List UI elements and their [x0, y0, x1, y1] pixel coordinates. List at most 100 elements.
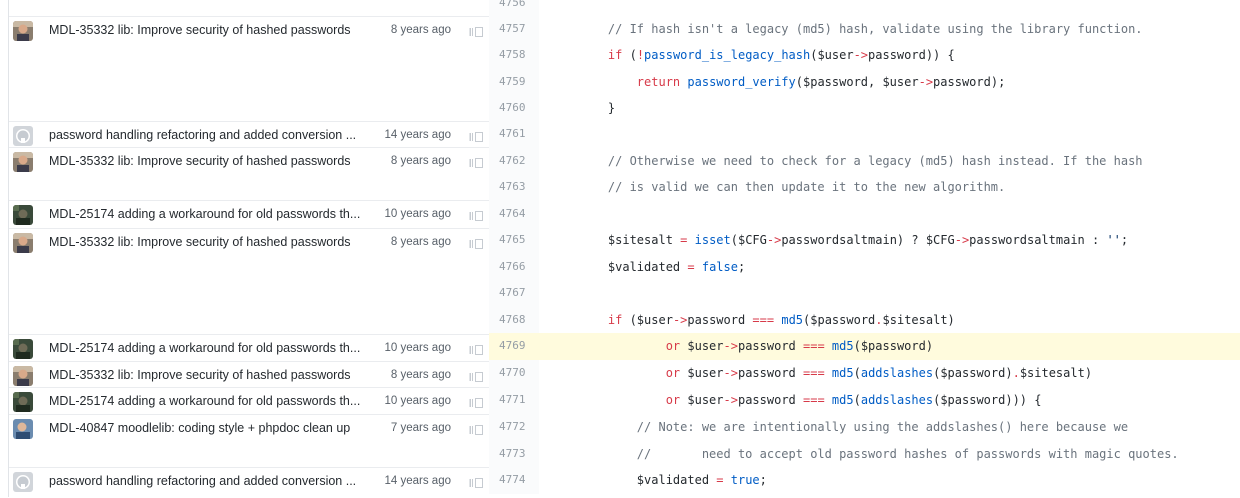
line-number[interactable]: 4768: [489, 306, 539, 333]
commit-age: 8 years ago: [390, 369, 451, 381]
code-token: passwordsaltmain) ? $CFG: [781, 233, 955, 247]
code-token: return: [636, 74, 681, 89]
code-text: return password_verify($password, $user-…: [579, 69, 1006, 96]
code-line: 4761: [489, 121, 1240, 148]
commit-message-link[interactable]: MDL-25174 adding a workaround for old pa…: [49, 341, 379, 355]
author-avatar[interactable]: [13, 472, 33, 492]
line-number[interactable]: 4761: [489, 121, 539, 148]
reblame-icon[interactable]: [469, 156, 483, 168]
reblame-icon[interactable]: [469, 370, 483, 382]
author-avatar[interactable]: [13, 126, 33, 146]
code-token: or: [665, 393, 681, 407]
code-text: if ($user->password === md5($password.$s…: [579, 307, 955, 334]
line-number[interactable]: 4774: [489, 467, 539, 494]
blame-hunk: MDL-25174 adding a workaround for old pa…: [9, 334, 489, 362]
line-number[interactable]: 4765: [489, 227, 539, 254]
code-token: // If hash isn't a legacy (md5) hash, va…: [579, 22, 1143, 36]
commit-message-link[interactable]: MDL-35332 lib: Improve security of hashe…: [49, 235, 379, 249]
blame-hunk: MDL-35332 lib: Improve security of hashe…: [9, 16, 489, 122]
code-text: or $user->password === md5(addslashes($p…: [579, 360, 1092, 387]
commit-message-link[interactable]: password handling refactoring and added …: [49, 474, 379, 488]
commit-message-link[interactable]: MDL-40847 moodlelib: coding style + phpd…: [49, 421, 379, 435]
code-line: 4762 // Otherwise we need to check for a…: [489, 147, 1240, 175]
code-text: // Otherwise we need to check for a lega…: [579, 148, 1143, 175]
commit-message-link[interactable]: MDL-35332 lib: Improve security of hashe…: [49, 368, 379, 382]
blame-view: MDL-35332 lib: Improve security of hashe…: [0, 0, 1240, 498]
line-number[interactable]: 4758: [489, 42, 539, 69]
line-number[interactable]: 4771: [489, 387, 539, 414]
line-number[interactable]: 4767: [489, 280, 539, 307]
code-line: 4768 if ($user->password === md5($passwo…: [489, 306, 1240, 334]
blame-hunk: password handling refactoring and added …: [9, 467, 489, 498]
author-avatar[interactable]: [13, 419, 33, 439]
author-avatar[interactable]: [13, 366, 33, 386]
blame-hunk: MDL-35332 lib: Improve security of hashe…: [9, 228, 489, 335]
reblame-icon[interactable]: [469, 396, 483, 408]
reblame-icon[interactable]: [469, 130, 483, 142]
line-number[interactable]: 4763: [489, 174, 539, 201]
code-token: md5: [831, 393, 854, 407]
code-token: ->: [853, 48, 869, 62]
code-token: or: [665, 339, 681, 353]
commit-message-link[interactable]: MDL-35332 lib: Improve security of hashe…: [49, 154, 379, 168]
code-line: 4771 or $user->password === md5(addslash…: [489, 387, 1240, 414]
code-text: }: [579, 95, 615, 122]
code-token: ($CFG: [730, 233, 767, 247]
reblame-icon[interactable]: [469, 209, 483, 221]
code-token: ===: [752, 312, 775, 327]
commit-message-link[interactable]: MDL-35332 lib: Improve security of hashe…: [49, 23, 379, 37]
blame-hunk: MDL-40847 moodlelib: coding style + phpd…: [9, 414, 489, 468]
code-text: // need to accept old password hashes of…: [579, 441, 1179, 468]
author-avatar[interactable]: [13, 233, 33, 253]
line-number[interactable]: 4772: [489, 414, 539, 441]
line-number[interactable]: 4756: [489, 0, 539, 17]
code-token: false: [701, 259, 738, 274]
line-number[interactable]: 4757: [489, 16, 539, 43]
commit-message-link[interactable]: MDL-25174 adding a workaround for old pa…: [49, 207, 379, 221]
line-number[interactable]: 4769: [489, 333, 539, 360]
code-token: =: [716, 473, 724, 487]
line-number[interactable]: 4773: [489, 440, 539, 467]
line-number[interactable]: 4760: [489, 94, 539, 121]
code-token: ($password): [853, 339, 934, 353]
author-avatar[interactable]: [13, 205, 33, 225]
line-number[interactable]: 4764: [489, 200, 539, 227]
author-avatar[interactable]: [13, 21, 33, 41]
code-token: $sitesalt): [882, 312, 955, 327]
line-number[interactable]: 4766: [489, 253, 539, 280]
blame-hunk: MDL-25174 adding a workaround for old pa…: [9, 200, 489, 229]
code-token: isset: [694, 233, 731, 247]
reblame-icon[interactable]: [469, 343, 483, 355]
code-token: $sitesalt: [579, 233, 681, 247]
code-line: 4769 or $user->password === md5($passwor…: [489, 333, 1240, 360]
author-avatar[interactable]: [13, 392, 33, 412]
code-line: 4758 if (!password_is_legacy_hash($user-…: [489, 42, 1240, 69]
code-token: // Note: we are intentionally using the …: [579, 420, 1129, 434]
reblame-icon[interactable]: [469, 476, 483, 488]
line-number[interactable]: 4762: [489, 147, 539, 174]
code-token: ;: [737, 259, 746, 274]
code-line: 4756: [489, 0, 1240, 17]
code-line: 4772 // Note: we are intentionally using…: [489, 414, 1240, 441]
code-line: 4763 // is valid we can then update it t…: [489, 174, 1240, 201]
commit-age: 8 years ago: [390, 236, 451, 248]
blame-hunk: MDL-35332 lib: Improve security of hashe…: [9, 361, 489, 388]
reblame-icon[interactable]: [469, 237, 483, 249]
reblame-icon[interactable]: [469, 25, 483, 37]
commit-message-link[interactable]: password handling refactoring and added …: [49, 128, 379, 142]
line-number[interactable]: 4770: [489, 360, 539, 387]
code-line: 4760 }: [489, 94, 1240, 122]
author-avatar[interactable]: [13, 339, 33, 359]
reblame-icon[interactable]: [469, 423, 483, 435]
line-number[interactable]: 4759: [489, 68, 539, 95]
code-text: $sitesalt = isset($CFG->passwordsaltmain…: [579, 227, 1128, 254]
code-token: ->: [723, 366, 738, 380]
commit-message-link[interactable]: MDL-25174 adding a workaround for old pa…: [49, 394, 379, 408]
author-avatar[interactable]: [13, 152, 33, 172]
